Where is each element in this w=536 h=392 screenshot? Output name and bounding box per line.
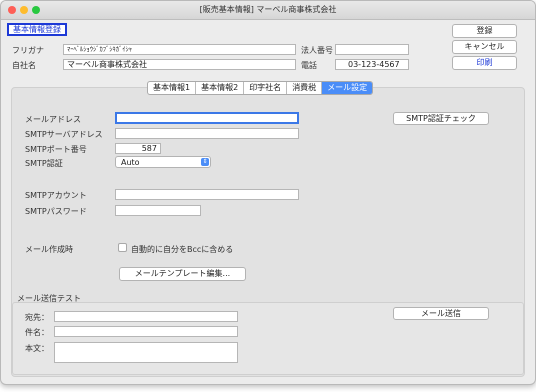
section-label-box: 基本情報登録	[7, 23, 67, 36]
phone-field[interactable]: 03-123-4567	[335, 59, 409, 70]
smtp-port-label: SMTPポート番号	[25, 145, 87, 154]
tab-basic-info-1[interactable]: 基本情報1	[148, 82, 197, 94]
tab-bar: 基本情報1 基本情報2 印字社名 消費税 メール設定	[147, 81, 374, 95]
smtp-password-field[interactable]	[115, 205, 201, 216]
app-window: [販売基本情報] マーベル商事株式会社 基本情報登録 フリガナ ﾏｰﾍﾞﾙｼｮｳ…	[0, 0, 536, 385]
phone-label: 電話	[301, 61, 317, 70]
mail-address-label: メールアドレス	[25, 115, 81, 124]
furigana-field[interactable]: ﾏｰﾍﾞﾙｼｮｳｼﾞｶﾌﾞｼｷｶﾞｲｼｬ	[63, 44, 296, 55]
compose-label: メール作成時	[25, 245, 73, 254]
body-textarea[interactable]	[54, 342, 238, 363]
print-button[interactable]: 印刷	[452, 56, 517, 70]
auto-bcc-label: 自動的に自分をBccに含める	[131, 245, 234, 254]
corp-number-label: 法人番号	[301, 46, 333, 55]
smtp-server-label: SMTPサーバアドレス	[25, 130, 103, 139]
tab-basic-info-2[interactable]: 基本情報2	[196, 82, 245, 94]
smtp-server-field[interactable]	[115, 128, 299, 139]
smtp-auth-value: Auto	[121, 158, 140, 167]
tab-print-company-name[interactable]: 印字社名	[244, 82, 288, 94]
smtp-auth-select[interactable]: Auto ⇕	[115, 156, 211, 168]
smtp-account-field[interactable]	[115, 189, 299, 200]
smtp-auth-label: SMTP認証	[25, 159, 63, 168]
smtp-port-field[interactable]: 587	[115, 143, 161, 154]
company-name-label: 自社名	[12, 61, 36, 70]
send-mail-button[interactable]: メール送信	[393, 307, 489, 320]
cancel-button[interactable]: キャンセル	[452, 40, 517, 54]
mail-address-field[interactable]	[115, 112, 299, 124]
body-label: 本文：	[25, 344, 49, 353]
corp-number-field[interactable]	[335, 44, 409, 55]
title-bar: [販売基本情報] マーベル商事株式会社	[1, 1, 535, 20]
smtp-password-label: SMTPパスワード	[25, 207, 87, 216]
furigana-label: フリガナ	[12, 46, 44, 55]
chevron-updown-icon: ⇕	[201, 158, 209, 166]
tab-consumption-tax[interactable]: 消費税	[287, 82, 323, 94]
auto-bcc-checkbox[interactable]	[118, 243, 127, 252]
subject-field[interactable]	[54, 326, 238, 337]
window-title: [販売基本情報] マーベル商事株式会社	[199, 5, 337, 14]
to-field[interactable]	[54, 311, 238, 322]
register-button[interactable]: 登録	[452, 24, 517, 38]
smtp-check-button[interactable]: SMTP認証チェック	[393, 112, 489, 125]
to-label: 宛先：	[25, 313, 49, 322]
mail-template-button[interactable]: メールテンプレート編集...	[119, 267, 246, 281]
tab-mail-settings[interactable]: メール設定	[322, 82, 373, 94]
section-label: 基本情報登録	[13, 25, 61, 34]
subject-label: 件名：	[25, 328, 49, 337]
company-name-field[interactable]: マーベル商事株式会社	[63, 59, 296, 70]
smtp-account-label: SMTPアカウント	[25, 191, 87, 200]
